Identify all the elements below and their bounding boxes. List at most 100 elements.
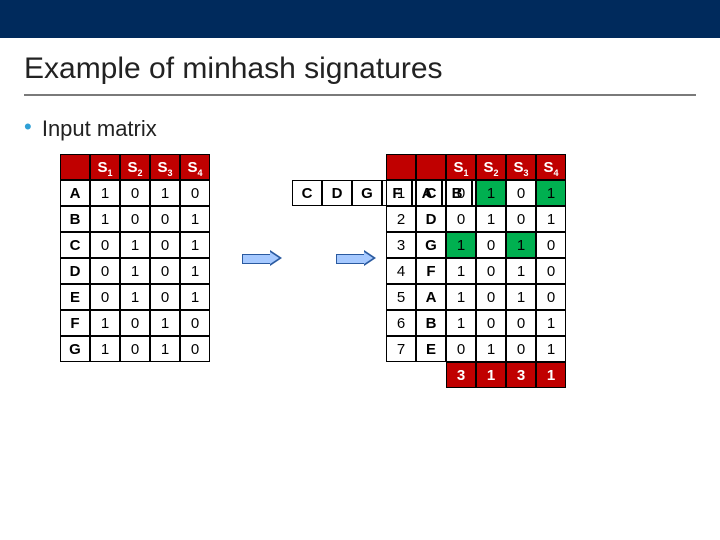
result-cell: 1 — [536, 310, 566, 336]
matrix-cell: 1 — [120, 284, 150, 310]
result-cell: 0 — [446, 336, 476, 362]
result-index: 1 — [386, 180, 416, 206]
blank-cell — [386, 362, 416, 388]
matrix-cell: 1 — [90, 310, 120, 336]
result-matrix-table: S1S2S3S41C01012D01013G10104F10105A10106B… — [386, 154, 566, 388]
result-cell: 1 — [536, 206, 566, 232]
result-cell: 1 — [506, 258, 536, 284]
content-area: S1S2S3S4A1010B1001C0101D0101E0101F1010G1… — [0, 154, 720, 474]
result-cell: 0 — [476, 310, 506, 336]
col-header: S4 — [180, 154, 210, 180]
matrix-cell: 1 — [150, 310, 180, 336]
matrix-cell: 0 — [120, 206, 150, 232]
matrix-cell: 1 — [150, 180, 180, 206]
result-cell: 0 — [536, 232, 566, 258]
matrix-cell: 0 — [150, 206, 180, 232]
result-row-label: F — [416, 258, 446, 284]
perm-cell: C — [292, 180, 322, 206]
result-row-label: B — [416, 310, 446, 336]
result-cell: 0 — [476, 258, 506, 284]
signature-cell: 1 — [476, 362, 506, 388]
row-label: F — [60, 310, 90, 336]
corner-cell — [416, 154, 446, 180]
corner-cell — [386, 154, 416, 180]
matrix-cell: 0 — [150, 284, 180, 310]
result-cell: 0 — [536, 284, 566, 310]
matrix-cell: 0 — [120, 336, 150, 362]
matrix-cell: 1 — [180, 258, 210, 284]
result-index: 6 — [386, 310, 416, 336]
result-cell: 0 — [506, 206, 536, 232]
col-header: S3 — [150, 154, 180, 180]
top-bar — [0, 0, 720, 38]
row-label: C — [60, 232, 90, 258]
matrix-cell: 1 — [180, 232, 210, 258]
matrix-cell: 1 — [90, 336, 120, 362]
matrix-cell: 0 — [180, 336, 210, 362]
input-matrix-table: S1S2S3S4A1010B1001C0101D0101E0101F1010G1… — [60, 154, 210, 362]
arrow-icon — [242, 250, 282, 266]
result-cell: 0 — [446, 180, 476, 206]
result-cell: 1 — [536, 336, 566, 362]
row-label: D — [60, 258, 90, 284]
matrix-cell: 0 — [180, 180, 210, 206]
result-cell: 0 — [536, 258, 566, 284]
matrix-cell: 0 — [180, 310, 210, 336]
result-cell: 1 — [446, 258, 476, 284]
col-header: S1 — [90, 154, 120, 180]
signature-cell: 3 — [506, 362, 536, 388]
result-cell: 1 — [446, 232, 476, 258]
signature-cell: 1 — [536, 362, 566, 388]
matrix-cell: 1 — [90, 206, 120, 232]
perm-cell: G — [352, 180, 382, 206]
perm-cell: D — [322, 180, 352, 206]
arrow-icon — [336, 250, 376, 266]
bullet-text: Input matrix — [42, 116, 157, 141]
result-index: 3 — [386, 232, 416, 258]
result-cell: 1 — [536, 180, 566, 206]
row-label: B — [60, 206, 90, 232]
matrix-cell: 0 — [120, 310, 150, 336]
result-cell: 1 — [446, 284, 476, 310]
row-label: A — [60, 180, 90, 206]
col-header: S1 — [446, 154, 476, 180]
matrix-cell: 0 — [90, 284, 120, 310]
result-row-label: E — [416, 336, 446, 362]
result-cell: 1 — [506, 232, 536, 258]
result-row-label: D — [416, 206, 446, 232]
result-row-label: G — [416, 232, 446, 258]
result-index: 7 — [386, 336, 416, 362]
row-label: E — [60, 284, 90, 310]
result-index: 4 — [386, 258, 416, 284]
result-cell: 1 — [476, 336, 506, 362]
blank-cell — [416, 362, 446, 388]
col-header: S2 — [476, 154, 506, 180]
col-header: S2 — [120, 154, 150, 180]
result-row-label: A — [416, 284, 446, 310]
bullet-line: • Input matrix — [0, 96, 720, 142]
col-header: S4 — [536, 154, 566, 180]
result-cell: 1 — [476, 180, 506, 206]
result-cell: 0 — [506, 180, 536, 206]
matrix-cell: 1 — [90, 180, 120, 206]
matrix-cell: 0 — [150, 258, 180, 284]
bullet-icon: • — [24, 114, 36, 139]
matrix-cell: 1 — [120, 258, 150, 284]
matrix-cell: 0 — [90, 232, 120, 258]
result-index: 2 — [386, 206, 416, 232]
corner-cell — [60, 154, 90, 180]
matrix-cell: 1 — [120, 232, 150, 258]
result-cell: 0 — [506, 310, 536, 336]
slide-title: Example of minhash signatures — [0, 38, 720, 90]
result-cell: 1 — [476, 206, 506, 232]
matrix-cell: 1 — [150, 336, 180, 362]
matrix-cell: 0 — [90, 258, 120, 284]
row-label: G — [60, 336, 90, 362]
col-header: S3 — [506, 154, 536, 180]
result-cell: 0 — [476, 232, 506, 258]
result-cell: 0 — [506, 336, 536, 362]
matrix-cell: 0 — [150, 232, 180, 258]
matrix-cell: 0 — [120, 180, 150, 206]
signature-cell: 3 — [446, 362, 476, 388]
result-row-label: C — [416, 180, 446, 206]
